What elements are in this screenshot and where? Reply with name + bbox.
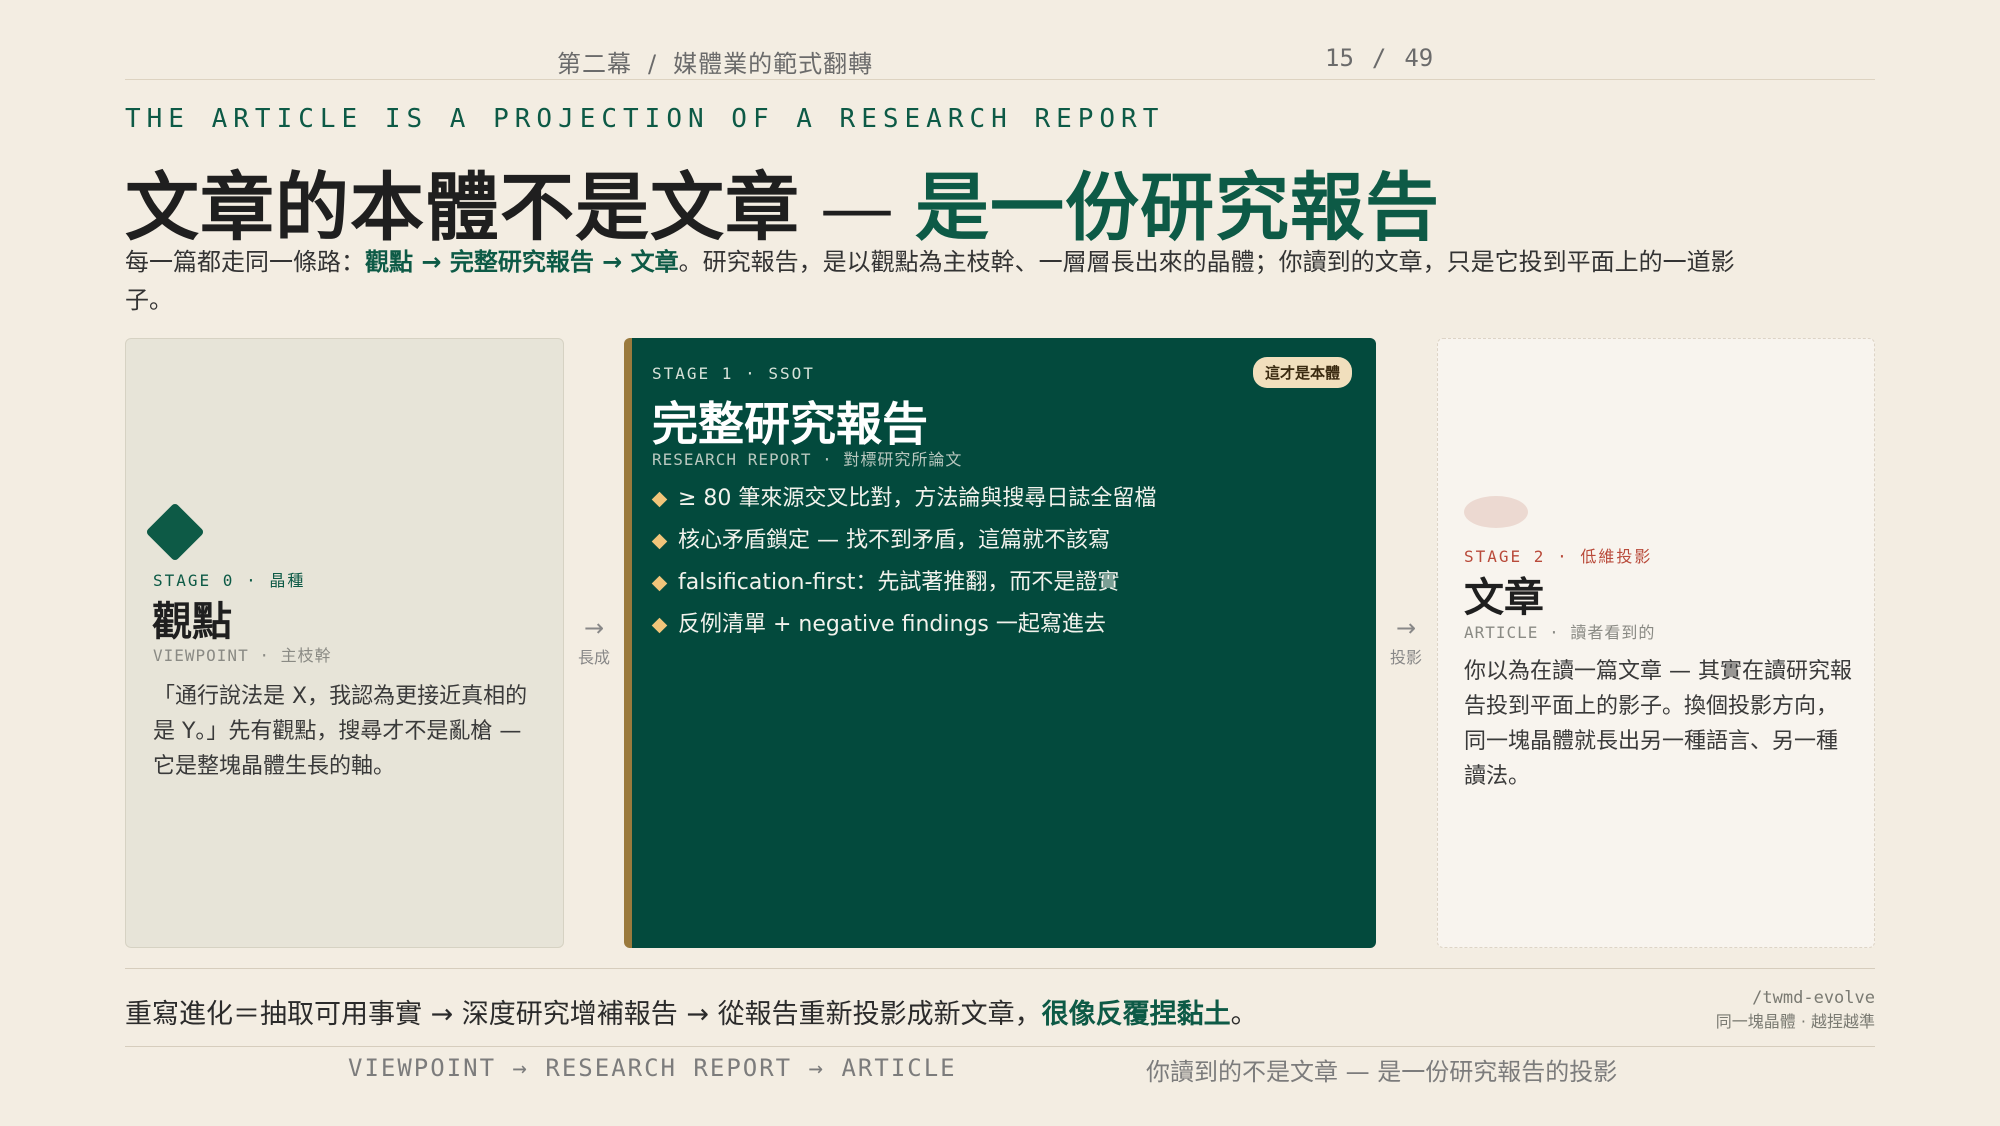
bullet-text: falsification-first：先試著推翻，而不是證實: [678, 570, 1120, 595]
diamond-icon: [145, 502, 205, 562]
title-accent: 是一份研究報告: [915, 165, 1440, 251]
eyebrow-caption: THE ARTICLE IS A PROJECTION OF A RESEARC…: [125, 104, 1165, 134]
breadcrumb-section: 媒體業的範式翻轉: [673, 50, 874, 78]
intro-prefix: 每一篇都走同一條路：: [125, 248, 365, 276]
breadcrumb-act: 第二幕: [557, 50, 632, 78]
command-name: /twmd-evolve: [1752, 988, 1875, 1008]
bullet-diamond-icon: [651, 491, 668, 508]
title-main: 文章的本體不是文章: [125, 165, 800, 251]
grow-arrow-label: 長成: [577, 648, 610, 667]
project-arrow: → 投影: [1376, 614, 1436, 668]
divider: [125, 968, 1875, 969]
footer-caption: 你讀到的不是文章 — 是一份研究報告的投影: [1146, 1058, 1618, 1086]
title-dash: —: [820, 165, 895, 251]
page-total: 49: [1404, 44, 1434, 72]
viewpoint-stage-tag: STAGE 0 · 晶種: [153, 571, 306, 590]
shadow-ellipse-icon: [1464, 496, 1528, 528]
viewpoint-title: 觀點: [152, 598, 232, 645]
grow-arrow: → 長成: [564, 614, 624, 668]
page-current: 15: [1325, 44, 1354, 72]
bullet-text: ≥ 80 筆來源交叉比對，方法論與搜尋日誌全留檔: [678, 486, 1157, 511]
project-arrow-label: 投影: [1389, 648, 1422, 667]
arrow-right-icon: →: [583, 614, 605, 642]
report-title: 完整研究報告: [652, 397, 928, 451]
intro-path: 觀點 → 完整研究報告 → 文章: [365, 248, 679, 276]
report-stage-tag: STAGE 1 · SSOT: [652, 364, 815, 383]
list-item: 核心矛盾鎖定 — 找不到矛盾，這篇就不該寫: [651, 520, 1156, 562]
top-bar: 第二幕 / 媒體業的範式翻轉 15 / 49: [125, 40, 1875, 80]
list-item: falsification-first：先試著推翻，而不是證實: [651, 562, 1156, 604]
bullet-text: 反例清單 + negative findings 一起寫進去: [678, 612, 1106, 637]
viewpoint-card: STAGE 0 · 晶種 觀點 VIEWPOINT · 主枝幹 「通行說法是 X…: [125, 338, 564, 948]
bullet-diamond-icon: [651, 533, 668, 550]
core-badge: 這才是本體: [1252, 357, 1352, 388]
list-item: 反例清單 + negative findings 一起寫進去: [651, 604, 1156, 646]
article-title: 文章: [1464, 574, 1544, 621]
bullet-diamond-icon: [651, 575, 668, 592]
article-stage-tag: STAGE 2 · 低維投影: [1464, 547, 1653, 566]
bullet-text: 核心矛盾鎖定 — 找不到矛盾，這篇就不該寫: [678, 528, 1110, 553]
page-title: 文章的本體不是文章 — 是一份研究報告: [125, 148, 1440, 255]
report-bullet-list: ≥ 80 筆來源交叉比對，方法論與搜尋日誌全留檔 核心矛盾鎖定 — 找不到矛盾，…: [651, 478, 1157, 646]
page-separator: /: [1371, 44, 1387, 72]
summary-end: 。: [1230, 999, 1258, 1030]
divider: [125, 1046, 1875, 1047]
article-card: STAGE 2 · 低維投影 文章 ARTICLE · 讀者看到的 你以為在讀一…: [1437, 338, 1875, 948]
viewpoint-subtitle: VIEWPOINT · 主枝幹: [153, 646, 332, 665]
viewpoint-body: 「通行說法是 X，我認為更接近真相的是 Y。」先有觀點，搜尋才不是亂槍 — 它是…: [153, 684, 528, 779]
page-counter: 15 / 49: [1325, 44, 1433, 72]
research-report-card: STAGE 1 · SSOT 這才是本體 完整研究報告 RESEARCH REP…: [624, 338, 1376, 948]
signature-tagline: 同一塊晶體 · 越捏越準: [1715, 1012, 1875, 1031]
bullet-diamond-icon: [651, 617, 668, 634]
breadcrumb-separator: /: [648, 50, 658, 78]
footer-flow: VIEWPOINT → RESEARCH REPORT → ARTICLE: [348, 1054, 957, 1082]
arrow-right-icon: →: [1395, 614, 1417, 642]
report-subtitle: RESEARCH REPORT · 對標研究所論文: [652, 450, 963, 469]
summary-text: 重寫進化＝抽取可用事實 → 深度研究增補報告 → 從報告重新投影成新文章，: [125, 999, 1042, 1030]
article-subtitle: ARTICLE · 讀者看到的: [1464, 623, 1656, 642]
intro-paragraph: 每一篇都走同一條路：觀點 → 完整研究報告 → 文章。研究報告，是以觀點為主枝幹…: [125, 243, 1775, 319]
article-body: 你以為在讀一篇文章 — 其實在讀研究報告投到平面上的影子。換個投影方向，同一塊晶…: [1464, 659, 1852, 789]
breadcrumb: 第二幕 / 媒體業的範式翻轉: [557, 44, 873, 79]
list-item: ≥ 80 筆來源交叉比對，方法論與搜尋日誌全留檔: [651, 478, 1157, 520]
summary-emphasis: 很像反覆捏黏土: [1041, 999, 1231, 1030]
summary-line: 重寫進化＝抽取可用事實 → 深度研究增補報告 → 從報告重新投影成新文章，很像反…: [125, 992, 1258, 1031]
signature: /twmd-evolve 同一塊晶體 · 越捏越準: [1716, 986, 1875, 1034]
